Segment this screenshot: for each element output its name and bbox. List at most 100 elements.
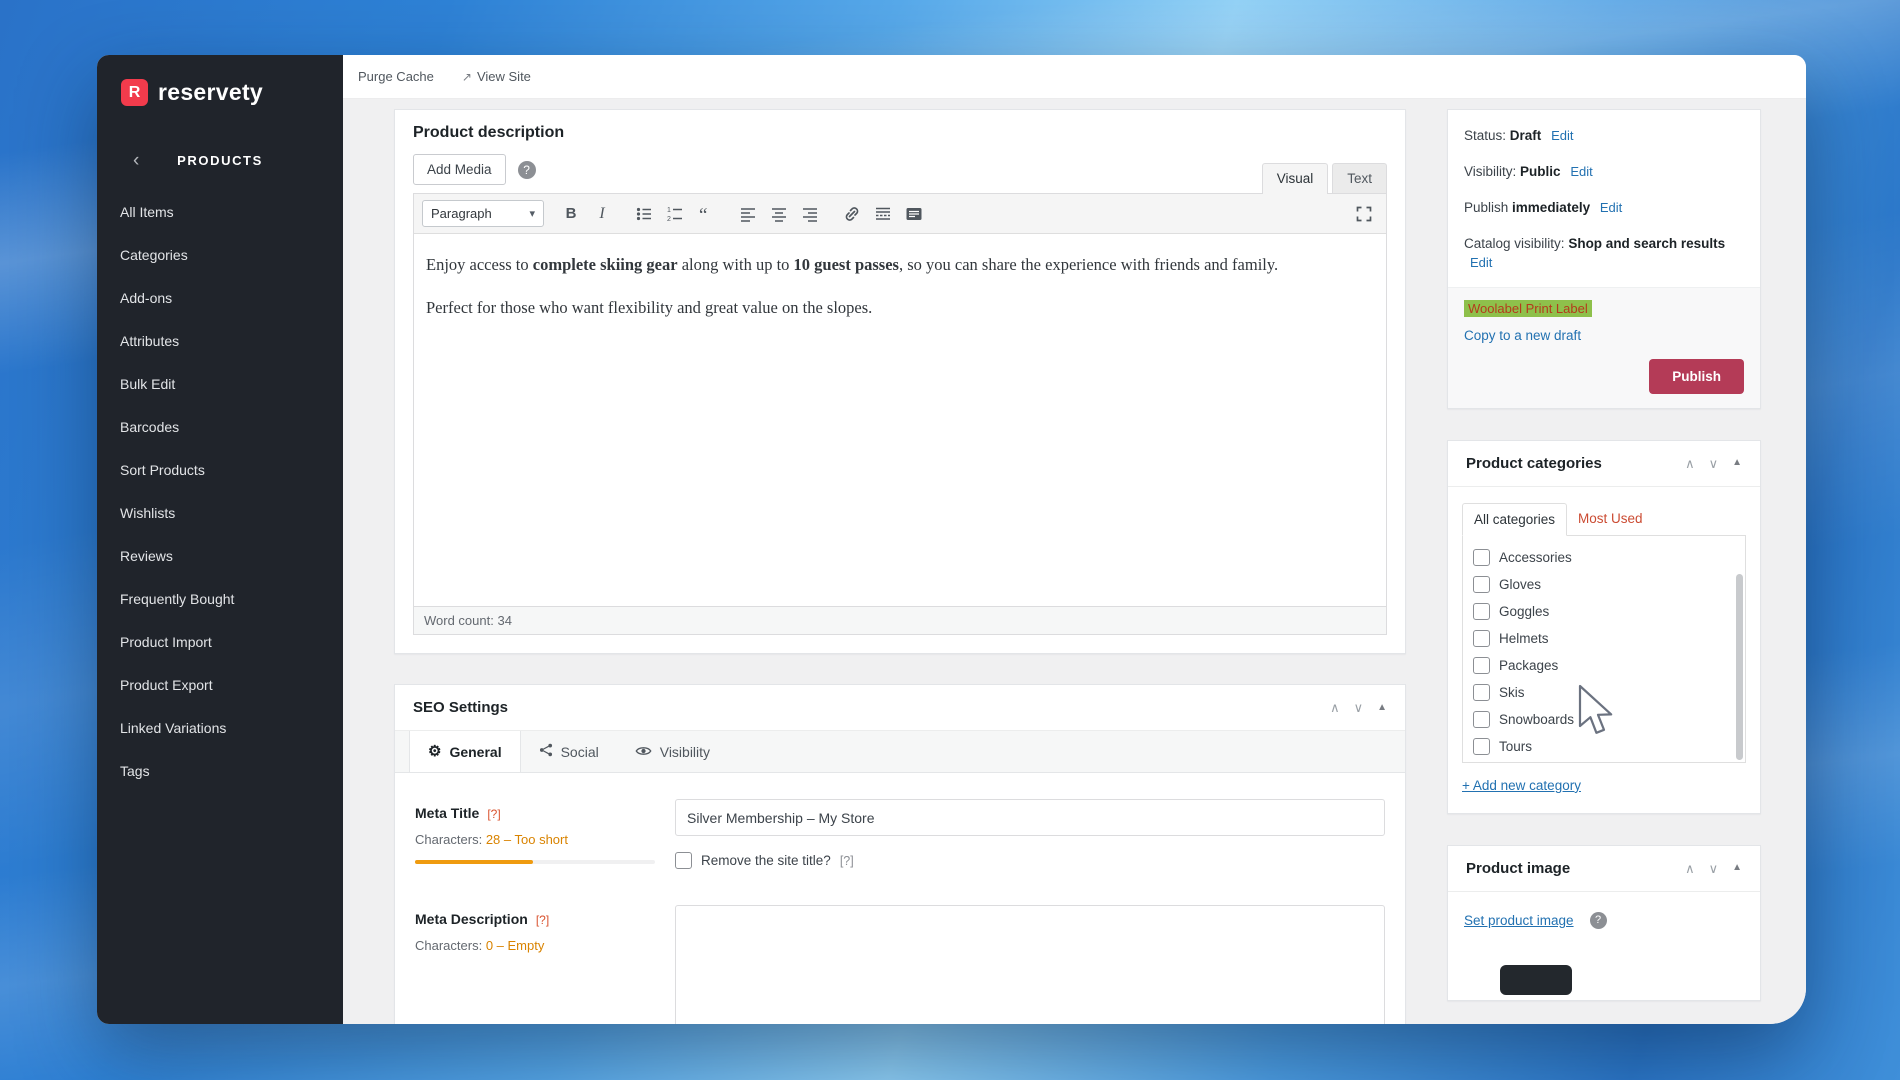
sidebar-item-all-items[interactable]: All Items <box>97 190 343 233</box>
help-icon[interactable]: ? <box>1589 911 1607 929</box>
tab-all-categories[interactable]: All categories <box>1462 502 1568 536</box>
tab-general[interactable]: ⚙ General <box>409 731 521 772</box>
seo-settings-panel: SEO Settings ∧ ∨ ▲ ⚙ General Social Visi… <box>394 684 1406 1024</box>
collapse-toggle-icon[interactable]: ▲ <box>1377 702 1387 713</box>
main-column: Product description Add Media ? Visual T… <box>394 109 1406 1024</box>
remove-site-title-checkbox[interactable] <box>675 852 692 869</box>
publish-button[interactable]: Publish <box>1649 358 1744 394</box>
category-item-gloves[interactable]: Gloves <box>1473 571 1735 598</box>
italic-icon[interactable]: I <box>588 201 616 227</box>
category-item-tours[interactable]: Tours <box>1473 733 1735 760</box>
add-new-category-link[interactable]: + Add new category <box>1462 778 1581 793</box>
align-center-icon[interactable] <box>765 201 793 227</box>
collapse-back-icon[interactable]: ‹ <box>133 151 139 170</box>
visual-tab[interactable]: Visual <box>1261 163 1329 194</box>
catalog-visibility-row: Catalog visibility: Shop and search resu… <box>1464 235 1726 271</box>
tab-visibility[interactable]: Visibility <box>617 731 728 772</box>
purge-cache-link[interactable]: Purge Cache <box>358 69 434 84</box>
sidebar-item-product-import[interactable]: Product Import <box>97 620 343 663</box>
meta-title-input[interactable] <box>675 799 1385 836</box>
meta-title-help-icon[interactable]: [?] <box>487 807 500 821</box>
align-left-icon[interactable] <box>734 201 762 227</box>
publish-panel: Status: Draft Edit Visibility: Public Ed… <box>1447 109 1761 409</box>
scrollbar-thumb[interactable] <box>1736 573 1743 760</box>
toolbar-toggle-icon[interactable] <box>900 201 928 227</box>
set-product-image-link[interactable]: Set product image <box>1464 913 1574 928</box>
sidebar-section-products[interactable]: ‹ PRODUCTS <box>97 138 343 182</box>
meta-description-help-icon[interactable]: [?] <box>536 913 549 927</box>
add-media-button[interactable]: Add Media <box>413 154 506 185</box>
editor-content[interactable]: Enjoy access to complete skiing gear alo… <box>414 234 1386 606</box>
description-paragraph: Perfect for those who want flexibility a… <box>426 297 873 317</box>
sidebar: R reservety ‹ PRODUCTS All Items Categor… <box>97 55 343 1024</box>
paragraph-format-dropdown[interactable]: Paragraph ▾ <box>422 200 544 227</box>
category-item-snowboards[interactable]: Snowboards <box>1473 706 1735 733</box>
move-up-icon[interactable]: ∧ <box>1685 862 1695 875</box>
visibility-row: Visibility: Public Edit <box>1464 163 1593 179</box>
category-item-packages[interactable]: Packages <box>1473 652 1735 679</box>
tab-most-used[interactable]: Most Used <box>1567 503 1654 535</box>
sidebar-item-categories[interactable]: Categories <box>97 233 343 276</box>
more-tag-icon[interactable] <box>869 201 897 227</box>
move-up-icon[interactable]: ∧ <box>1330 701 1340 714</box>
category-checkbox[interactable] <box>1473 602 1490 620</box>
move-down-icon[interactable]: ∨ <box>1709 457 1719 470</box>
collapse-toggle-icon[interactable]: ▲ <box>1732 863 1742 873</box>
category-item-goggles[interactable]: Goggles <box>1473 598 1735 625</box>
text-tab[interactable]: Text <box>1332 163 1387 193</box>
meta-description-textarea[interactable] <box>675 905 1385 1024</box>
sidebar-item-barcodes[interactable]: Barcodes <box>97 405 343 448</box>
woolabel-print-label-link[interactable]: Woolabel Print Label <box>1464 299 1592 317</box>
category-item-skis[interactable]: Skis <box>1473 679 1735 706</box>
partial-dark-button[interactable] <box>1500 964 1572 995</box>
collapse-toggle-icon[interactable]: ▲ <box>1732 458 1742 468</box>
edit-schedule-link[interactable]: Edit <box>1600 200 1622 215</box>
link-icon[interactable] <box>838 201 866 227</box>
publish-actions: Woolabel Print Label Copy to a new draft… <box>1448 286 1760 408</box>
sidebar-item-sort-products[interactable]: Sort Products <box>97 448 343 491</box>
edit-visibility-link[interactable]: Edit <box>1570 164 1592 179</box>
tab-social[interactable]: Social <box>521 731 617 772</box>
remove-site-title-help-icon[interactable]: [?] <box>840 854 854 868</box>
sidebar-item-linked-variations[interactable]: Linked Variations <box>97 706 343 749</box>
sidebar-item-bulk-edit[interactable]: Bulk Edit <box>97 362 343 405</box>
bold-icon[interactable]: B <box>557 201 585 227</box>
fullscreen-icon[interactable] <box>1350 201 1378 227</box>
editor-help-icon[interactable]: ? <box>517 160 536 179</box>
category-list: Accessories Gloves Goggles Helmets Packa… <box>1462 534 1746 763</box>
sidebar-item-wishlists[interactable]: Wishlists <box>97 491 343 534</box>
visibility-value: Public <box>1520 163 1561 179</box>
copy-to-new-draft-link[interactable]: Copy to a new draft <box>1464 328 1581 343</box>
remove-site-title-option[interactable]: Remove the site title? [?] <box>675 852 1385 869</box>
move-down-icon[interactable]: ∨ <box>1709 862 1719 875</box>
seo-tabs: ⚙ General Social Visibility <box>395 731 1405 773</box>
category-checkbox[interactable] <box>1473 656 1490 674</box>
product-categories-title: Product categories <box>1466 454 1602 472</box>
edit-catalog-visibility-link[interactable]: Edit <box>1470 255 1492 270</box>
meta-description-char-count: Characters: 0 – Empty <box>415 938 545 953</box>
sidebar-item-frequently-bought[interactable]: Frequently Bought <box>97 577 343 620</box>
seo-panel-header: SEO Settings ∧ ∨ ▲ <box>395 685 1405 731</box>
category-checkbox[interactable] <box>1473 710 1490 728</box>
bullet-list-icon[interactable] <box>630 201 658 227</box>
category-checkbox[interactable] <box>1473 575 1490 593</box>
sidebar-item-add-ons[interactable]: Add-ons <box>97 276 343 319</box>
category-checkbox[interactable] <box>1473 683 1490 701</box>
move-up-icon[interactable]: ∧ <box>1685 457 1695 470</box>
sidebar-item-reviews[interactable]: Reviews <box>97 534 343 577</box>
product-image-panel: Product image ∧ ∨ ▲ Set product image ? <box>1447 844 1761 1001</box>
category-item-accessories[interactable]: Accessories <box>1473 544 1735 571</box>
category-checkbox[interactable] <box>1473 548 1490 566</box>
category-item-helmets[interactable]: Helmets <box>1473 625 1735 652</box>
category-checkbox[interactable] <box>1473 737 1490 755</box>
category-checkbox[interactable] <box>1473 629 1490 647</box>
sidebar-item-product-export[interactable]: Product Export <box>97 663 343 706</box>
sidebar-item-attributes[interactable]: Attributes <box>97 319 343 362</box>
view-site-link[interactable]: ↗ View Site <box>462 69 531 84</box>
blockquote-icon[interactable]: “ <box>692 201 720 227</box>
sidebar-item-tags[interactable]: Tags <box>97 749 343 792</box>
align-right-icon[interactable] <box>796 201 824 227</box>
edit-status-link[interactable]: Edit <box>1551 128 1573 143</box>
move-down-icon[interactable]: ∨ <box>1354 701 1364 714</box>
numbered-list-icon[interactable]: 12 <box>661 201 689 227</box>
